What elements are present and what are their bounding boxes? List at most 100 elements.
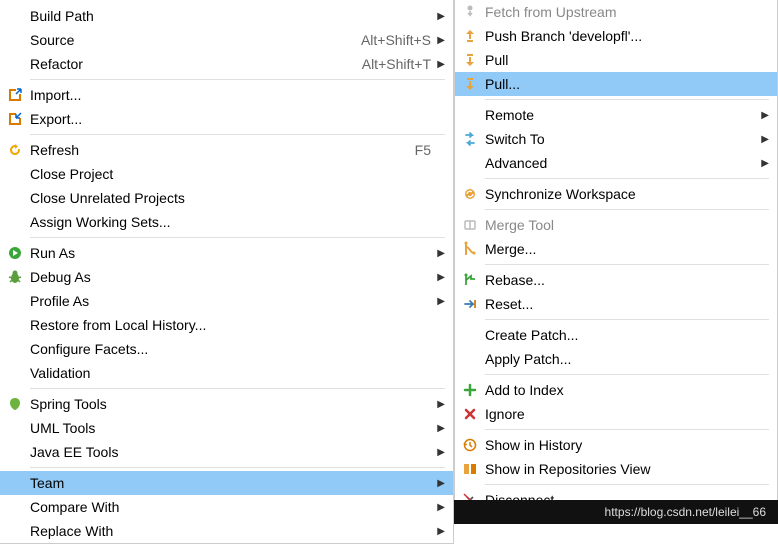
menu-item-configure-facets[interactable]: Configure Facets... bbox=[0, 337, 453, 361]
menu-item-label: Create Patch... bbox=[485, 327, 755, 343]
menu-item-assign-working-sets[interactable]: Assign Working Sets... bbox=[0, 210, 453, 234]
chevron-right-icon: ▶ bbox=[431, 11, 445, 22]
menu-item-spring-tools[interactable]: Spring Tools▶ bbox=[0, 392, 453, 416]
menu-item-remote[interactable]: Remote▶ bbox=[455, 103, 777, 127]
menu-item-label: Refactor bbox=[30, 56, 352, 72]
menu-item-build-path[interactable]: Build Path▶ bbox=[0, 4, 453, 28]
pull-icon bbox=[455, 76, 485, 92]
export-icon bbox=[0, 111, 30, 127]
menu-item-synchronize-workspace[interactable]: Synchronize Workspace bbox=[455, 182, 777, 206]
menu-item-label: Rebase... bbox=[485, 272, 755, 288]
menu-item-label: Team bbox=[30, 475, 431, 491]
chevron-right-icon: ▶ bbox=[431, 423, 445, 434]
menu-item-label: Synchronize Workspace bbox=[485, 186, 755, 202]
menu-item-refresh[interactable]: RefreshF5 bbox=[0, 138, 453, 162]
menu-item-label: Pull... bbox=[485, 76, 755, 92]
chevron-right-icon: ▶ bbox=[431, 296, 445, 307]
menu-item-label: Fetch from Upstream bbox=[485, 4, 755, 20]
pull-icon bbox=[455, 52, 485, 68]
menu-item-show-in-repositories-view[interactable]: Show in Repositories View bbox=[455, 457, 777, 481]
menu-item-label: Source bbox=[30, 32, 351, 48]
ignore-icon bbox=[455, 406, 485, 422]
menu-item-refactor[interactable]: RefactorAlt+Shift+T▶ bbox=[0, 52, 453, 76]
add-icon bbox=[455, 382, 485, 398]
menu-item-team[interactable]: Team▶ bbox=[0, 471, 453, 495]
rebase-icon bbox=[455, 272, 485, 288]
menu-item-close-unrelated-projects[interactable]: Close Unrelated Projects bbox=[0, 186, 453, 210]
separator bbox=[485, 209, 769, 210]
menu-item-uml-tools[interactable]: UML Tools▶ bbox=[0, 416, 453, 440]
menu-item-label: Close Unrelated Projects bbox=[30, 190, 431, 206]
sync-icon bbox=[455, 186, 485, 202]
menu-item-profile-as[interactable]: Profile As▶ bbox=[0, 289, 453, 313]
menu-item-label: Reset... bbox=[485, 296, 755, 312]
menu-item-label: Ignore bbox=[485, 406, 755, 422]
menu-item-shortcut: Alt+Shift+T bbox=[352, 56, 431, 72]
menu-item-validation[interactable]: Validation bbox=[0, 361, 453, 385]
menu-item-label: Show in Repositories View bbox=[485, 461, 755, 477]
menu-item-reset[interactable]: Reset... bbox=[455, 292, 777, 316]
separator bbox=[485, 319, 769, 320]
menu-item-label: Import... bbox=[30, 87, 431, 103]
menu-item-java-ee-tools[interactable]: Java EE Tools▶ bbox=[0, 440, 453, 464]
context-menu-left: Remove from ContextCtrl+Alt+Shift+DownBu… bbox=[0, 0, 454, 544]
menu-item-apply-patch[interactable]: Apply Patch... bbox=[455, 347, 777, 371]
spring-icon bbox=[0, 396, 30, 412]
menu-item-ignore[interactable]: Ignore bbox=[455, 402, 777, 426]
menu-item-label: Export... bbox=[30, 111, 431, 127]
reset-icon bbox=[455, 296, 485, 312]
chevron-right-icon: ▶ bbox=[431, 478, 445, 489]
separator bbox=[485, 429, 769, 430]
menu-item-close-project[interactable]: Close Project bbox=[0, 162, 453, 186]
menu-item-advanced[interactable]: Advanced▶ bbox=[455, 151, 777, 175]
chevron-right-icon: ▶ bbox=[431, 35, 445, 46]
menu-item-shortcut: Alt+Shift+S bbox=[351, 32, 431, 48]
menu-item-shortcut: F5 bbox=[405, 142, 431, 158]
separator bbox=[485, 99, 769, 100]
menu-item-label: Advanced bbox=[485, 155, 755, 171]
chevron-right-icon: ▶ bbox=[755, 110, 769, 121]
menu-item-label: Remote bbox=[485, 107, 755, 123]
run-icon bbox=[0, 245, 30, 261]
menu-item-label: Java EE Tools bbox=[30, 444, 431, 460]
menu-item-pull[interactable]: Pull... bbox=[455, 72, 777, 96]
menu-item-label: Apply Patch... bbox=[485, 351, 755, 367]
menu-item-add-to-index[interactable]: Add to Index bbox=[455, 378, 777, 402]
menu-item-label: Replace With bbox=[30, 523, 431, 539]
menu-item-label: Assign Working Sets... bbox=[30, 214, 431, 230]
separator bbox=[30, 467, 445, 468]
menu-item-label: Build Path bbox=[30, 8, 431, 24]
menu-item-export[interactable]: Export... bbox=[0, 107, 453, 131]
history-icon bbox=[455, 437, 485, 453]
separator bbox=[30, 134, 445, 135]
menu-item-fetch-from-upstream: Fetch from Upstream bbox=[455, 0, 777, 24]
menu-item-pull[interactable]: Pull bbox=[455, 48, 777, 72]
menu-item-replace-with[interactable]: Replace With▶ bbox=[0, 519, 453, 543]
menu-item-label: Restore from Local History... bbox=[30, 317, 431, 333]
separator bbox=[485, 264, 769, 265]
menu-item-run-as[interactable]: Run As▶ bbox=[0, 241, 453, 265]
menu-item-debug-as[interactable]: Debug As▶ bbox=[0, 265, 453, 289]
menu-item-merge[interactable]: Merge... bbox=[455, 237, 777, 261]
menu-item-label: Configure Facets... bbox=[30, 341, 431, 357]
menu-item-label: Refresh bbox=[30, 142, 405, 158]
separator bbox=[30, 388, 445, 389]
menu-item-create-patch[interactable]: Create Patch... bbox=[455, 323, 777, 347]
menu-item-push-branch-developfl[interactable]: Push Branch 'developfl'... bbox=[455, 24, 777, 48]
menu-item-label: Push Branch 'developfl'... bbox=[485, 28, 755, 44]
chevron-right-icon: ▶ bbox=[431, 248, 445, 259]
menu-item-label: Compare With bbox=[30, 499, 431, 515]
menu-item-compare-with[interactable]: Compare With▶ bbox=[0, 495, 453, 519]
menu-item-rebase[interactable]: Rebase... bbox=[455, 268, 777, 292]
import-icon bbox=[0, 87, 30, 103]
menu-item-label: Run As bbox=[30, 245, 431, 261]
menu-item-label: Validation bbox=[30, 365, 431, 381]
menu-item-label: Profile As bbox=[30, 293, 431, 309]
chevron-right-icon: ▶ bbox=[431, 447, 445, 458]
menu-item-switch-to[interactable]: Switch To▶ bbox=[455, 127, 777, 151]
separator bbox=[30, 237, 445, 238]
menu-item-restore-from-local-history[interactable]: Restore from Local History... bbox=[0, 313, 453, 337]
menu-item-source[interactable]: SourceAlt+Shift+S▶ bbox=[0, 28, 453, 52]
menu-item-import[interactable]: Import... bbox=[0, 83, 453, 107]
menu-item-show-in-history[interactable]: Show in History bbox=[455, 433, 777, 457]
